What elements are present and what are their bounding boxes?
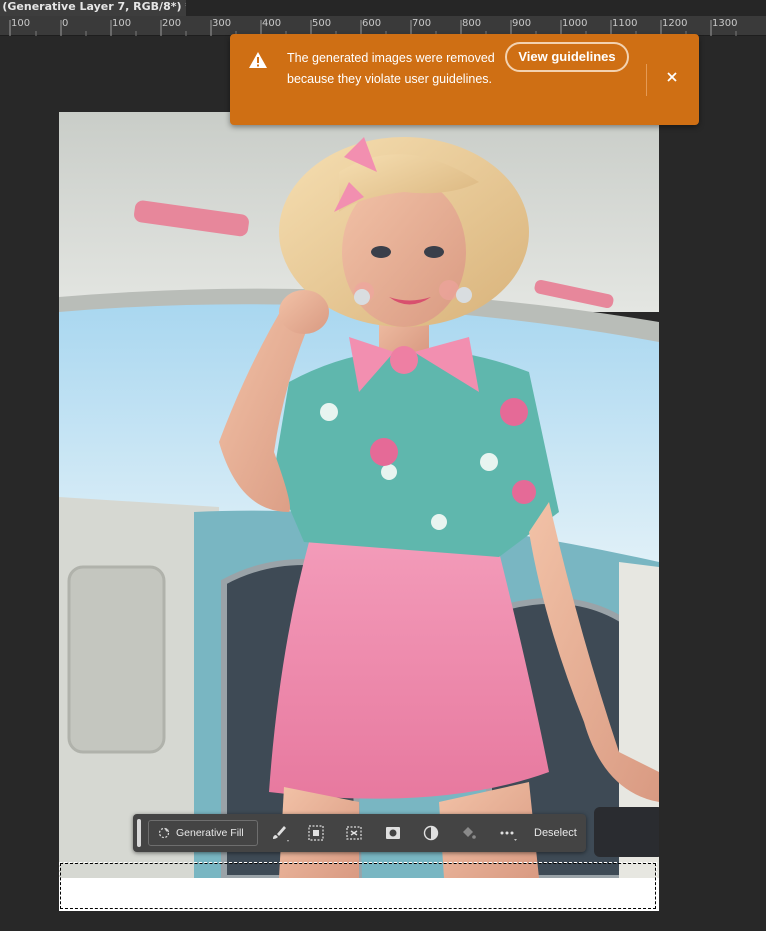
more-icon[interactable] [497, 823, 517, 843]
ruler-label: 400 [262, 18, 282, 29]
document-tab-title: s (Generative Layer 7, RGB/8*) * [0, 0, 186, 13]
generative-fill-button[interactable]: Generative Fill [148, 820, 258, 846]
expand-selection-icon[interactable] [306, 823, 326, 843]
ruler-label: 1200 [662, 18, 688, 29]
transform-selection-icon[interactable] [344, 823, 364, 843]
ruler-label: 100 [11, 18, 31, 29]
ruler-label: 1000 [562, 18, 588, 29]
close-icon[interactable] [663, 68, 681, 86]
canvas-artwork[interactable] [59, 112, 659, 878]
toast-divider [646, 64, 647, 96]
tab-strip [186, 0, 766, 16]
horizontal-ruler[interactable]: 100 0 100 200 300 400 500 600 700 800 90… [0, 16, 766, 36]
contextual-task-bar: Generative Fill Deselect [133, 814, 586, 852]
empty-canvas-extension [59, 878, 659, 911]
ruler-label: 700 [412, 18, 432, 29]
ruler-label: 1300 [712, 18, 738, 29]
generative-fill-icon [158, 827, 170, 839]
ruler-label: 1100 [612, 18, 638, 29]
mask-icon[interactable] [383, 823, 403, 843]
warning-icon [249, 52, 267, 68]
ruler-label: 500 [312, 18, 332, 29]
drag-handle[interactable] [137, 819, 141, 847]
ruler-label: 0 [62, 18, 69, 29]
artwork-illustration [59, 112, 659, 878]
photoshop-window: s (Generative Layer 7, RGB/8*) * 100 0 1… [0, 0, 766, 931]
ruler-label: 900 [512, 18, 532, 29]
adjustment-icon[interactable] [421, 823, 441, 843]
deselect-button[interactable]: Deselect [534, 814, 577, 852]
ruler-label: 200 [162, 18, 182, 29]
brush-modify-icon[interactable] [269, 823, 289, 843]
ruler-label: 100 [112, 18, 132, 29]
document-tab[interactable]: s (Generative Layer 7, RGB/8*) * [0, 0, 186, 16]
toast-message: The generated images were removed becaus… [287, 51, 495, 86]
view-guidelines-button[interactable]: View guidelines [505, 42, 629, 72]
ruler-label: 300 [212, 18, 232, 29]
ruler-label: 800 [462, 18, 482, 29]
guideline-toast: The generated images were removed becaus… [230, 34, 699, 125]
fill-bucket-icon[interactable] [458, 823, 478, 843]
generative-fill-label: Generative Fill [176, 827, 244, 839]
ruler-label: 600 [362, 18, 382, 29]
